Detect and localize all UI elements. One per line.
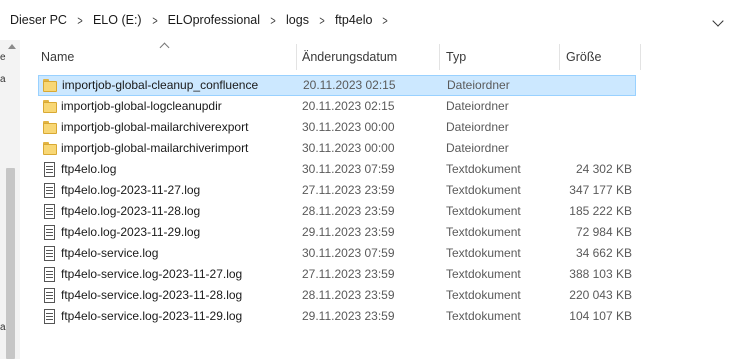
column-header-date[interactable]: Änderungsdatum bbox=[302, 50, 397, 64]
column-divider[interactable] bbox=[296, 44, 297, 70]
file-type: Textdokument bbox=[446, 162, 521, 176]
breadcrumb-item-eloprofessional[interactable]: ELOprofessional bbox=[168, 13, 260, 27]
folder-row[interactable]: importjob-global-mailarchiverexport 30.11… bbox=[38, 117, 636, 138]
breadcrumb: Dieser PC > ELO (E:) > ELOprofessional >… bbox=[0, 0, 398, 40]
folder-icon bbox=[43, 78, 57, 93]
file-modified-date: 27.11.2023 23:59 bbox=[302, 267, 395, 281]
file-size: 24 302 KB bbox=[575, 162, 632, 176]
column-divider[interactable] bbox=[640, 44, 641, 70]
column-header-size[interactable]: Größe bbox=[566, 50, 601, 64]
folder-icon bbox=[43, 141, 57, 156]
file-type: Dateiordner bbox=[446, 120, 509, 134]
file-name: importjob-global-cleanup_confluence bbox=[62, 78, 259, 92]
file-modified-date: 28.11.2023 23:59 bbox=[302, 204, 395, 218]
file-modified-date: 29.11.2023 23:59 bbox=[302, 225, 395, 239]
file-size: 388 103 KB bbox=[569, 267, 632, 281]
file-name: ftp4elo.log-2023-11-28.log bbox=[61, 204, 201, 218]
file-row[interactable]: ftp4elo.log-2023-11-29.log 29.11.2023 23:… bbox=[38, 222, 636, 243]
file-size: 347 177 KB bbox=[569, 183, 632, 197]
file-modified-date: 28.11.2023 23:59 bbox=[302, 288, 395, 302]
file-type: Dateiordner bbox=[446, 99, 509, 113]
text-document-icon bbox=[43, 246, 57, 261]
file-name: ftp4elo.log-2023-11-29.log bbox=[61, 225, 201, 239]
text-document-icon bbox=[43, 204, 57, 219]
file-row[interactable]: ftp4elo.log-2023-11-28.log 28.11.2023 23:… bbox=[38, 201, 636, 222]
breadcrumb-item-ftp4elo[interactable]: ftp4elo bbox=[335, 13, 373, 27]
folder-row[interactable]: importjob-global-cleanup_confluence 20.11… bbox=[38, 75, 636, 96]
text-document-icon bbox=[43, 309, 57, 324]
file-name: ftp4elo-service.log-2023-11-28.log bbox=[61, 288, 243, 302]
nav-item-fragment[interactable]: a bbox=[0, 322, 6, 333]
file-name: ftp4elo-service.log-2023-11-29.log bbox=[61, 309, 243, 323]
file-type: Textdokument bbox=[446, 225, 521, 239]
file-modified-date: 20.11.2023 02:15 bbox=[302, 99, 395, 113]
nav-item-fragment[interactable]: e bbox=[0, 52, 6, 63]
file-modified-date: 20.11.2023 02:15 bbox=[303, 78, 396, 92]
file-type: Dateiordner bbox=[446, 141, 509, 155]
file-row[interactable]: ftp4elo-service.log-2023-11-29.log 29.11.… bbox=[38, 306, 636, 327]
sort-ascending-icon bbox=[160, 40, 170, 48]
text-document-icon bbox=[43, 225, 57, 240]
file-name: ftp4elo-service.log bbox=[61, 246, 159, 260]
folder-row[interactable]: importjob-global-mailarchiverimport 30.11… bbox=[38, 138, 636, 159]
scroll-up-arrow-icon[interactable] bbox=[8, 44, 16, 49]
column-divider[interactable] bbox=[559, 44, 560, 70]
file-type: Textdokument bbox=[446, 246, 521, 260]
file-type: Textdokument bbox=[446, 309, 521, 323]
folder-row[interactable]: importjob-global-logcleanupdir 20.11.2023… bbox=[38, 96, 636, 117]
file-type: Textdokument bbox=[446, 204, 521, 218]
file-modified-date: 27.11.2023 23:59 bbox=[302, 183, 395, 197]
column-header-name[interactable]: Name bbox=[41, 50, 74, 64]
file-size: 72 984 KB bbox=[575, 225, 632, 239]
file-size: 220 043 KB bbox=[569, 288, 632, 302]
breadcrumb-separator-icon[interactable]: > bbox=[264, 13, 282, 28]
breadcrumb-separator-icon[interactable]: > bbox=[145, 13, 163, 28]
text-document-icon bbox=[43, 288, 57, 303]
file-size: 104 107 KB bbox=[569, 309, 632, 323]
file-row[interactable]: ftp4elo-service.log-2023-11-28.log 28.11.… bbox=[38, 285, 636, 306]
file-type: Textdokument bbox=[446, 183, 521, 197]
file-type: Textdokument bbox=[446, 288, 521, 302]
folder-icon bbox=[43, 99, 57, 114]
file-size: 34 662 KB bbox=[575, 246, 632, 260]
text-document-icon bbox=[43, 162, 57, 177]
breadcrumb-separator-icon[interactable]: > bbox=[313, 13, 331, 28]
text-document-icon bbox=[43, 183, 57, 198]
file-name: ftp4elo.log-2023-11-27.log bbox=[61, 183, 201, 197]
nav-item-fragment[interactable]: a bbox=[0, 74, 6, 85]
file-name: importjob-global-mailarchiverimport bbox=[61, 141, 249, 155]
file-row[interactable]: ftp4elo-service.log-2023-11-27.log 27.11.… bbox=[38, 264, 636, 285]
address-bar[interactable]: Dieser PC > ELO (E:) > ELOprofessional >… bbox=[0, 0, 742, 40]
file-row[interactable]: ftp4elo.log-2023-11-27.log 27.11.2023 23:… bbox=[38, 180, 636, 201]
file-row[interactable]: ftp4elo-service.log 30.11.2023 07:59 Textd… bbox=[38, 243, 636, 264]
file-type: Textdokument bbox=[446, 267, 521, 281]
address-history-dropdown-button[interactable] bbox=[704, 11, 732, 35]
file-size: 185 222 KB bbox=[569, 204, 632, 218]
file-modified-date: 29.11.2023 23:59 bbox=[302, 309, 395, 323]
file-name: importjob-global-mailarchiverexport bbox=[61, 120, 249, 134]
file-modified-date: 30.11.2023 00:00 bbox=[302, 141, 395, 155]
breadcrumb-item-logs[interactable]: logs bbox=[286, 13, 309, 27]
column-divider[interactable] bbox=[439, 44, 440, 70]
breadcrumb-separator-icon[interactable]: > bbox=[71, 13, 89, 28]
breadcrumb-item-this-pc[interactable]: Dieser PC bbox=[10, 13, 67, 27]
file-row[interactable]: ftp4elo.log 30.11.2023 07:59 Textdokument 2… bbox=[38, 159, 636, 180]
breadcrumb-separator-icon[interactable]: > bbox=[376, 13, 394, 28]
file-name: ftp4elo-service.log-2023-11-27.log bbox=[61, 267, 243, 281]
folder-icon bbox=[43, 120, 57, 135]
file-name: ftp4elo.log bbox=[61, 162, 117, 176]
file-modified-date: 30.11.2023 07:59 bbox=[302, 162, 395, 176]
file-modified-date: 30.11.2023 00:00 bbox=[302, 120, 395, 134]
chevron-down-icon bbox=[712, 15, 724, 27]
file-type: Dateiordner bbox=[447, 78, 510, 92]
file-modified-date: 30.11.2023 07:59 bbox=[302, 246, 395, 260]
breadcrumb-item-drive[interactable]: ELO (E:) bbox=[93, 13, 142, 27]
text-document-icon bbox=[43, 267, 57, 282]
column-header-type[interactable]: Typ bbox=[446, 50, 466, 64]
navigation-pane-scrollbar-thumb[interactable] bbox=[6, 168, 15, 359]
file-name: importjob-global-logcleanupdir bbox=[61, 99, 222, 113]
